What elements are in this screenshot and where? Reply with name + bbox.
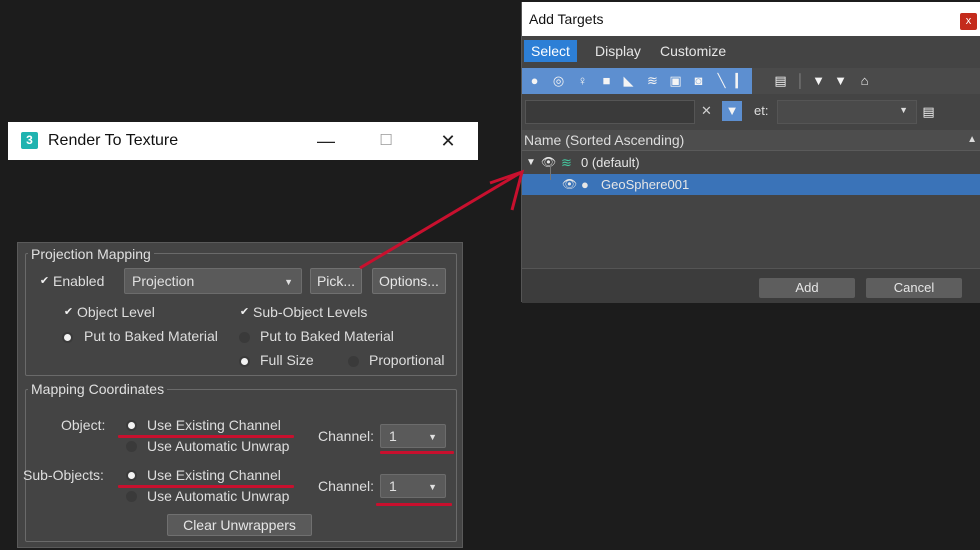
annotation-arrow (359, 169, 525, 270)
annotation-arrow-line (359, 171, 521, 270)
annotation-arrow-head (489, 169, 525, 211)
